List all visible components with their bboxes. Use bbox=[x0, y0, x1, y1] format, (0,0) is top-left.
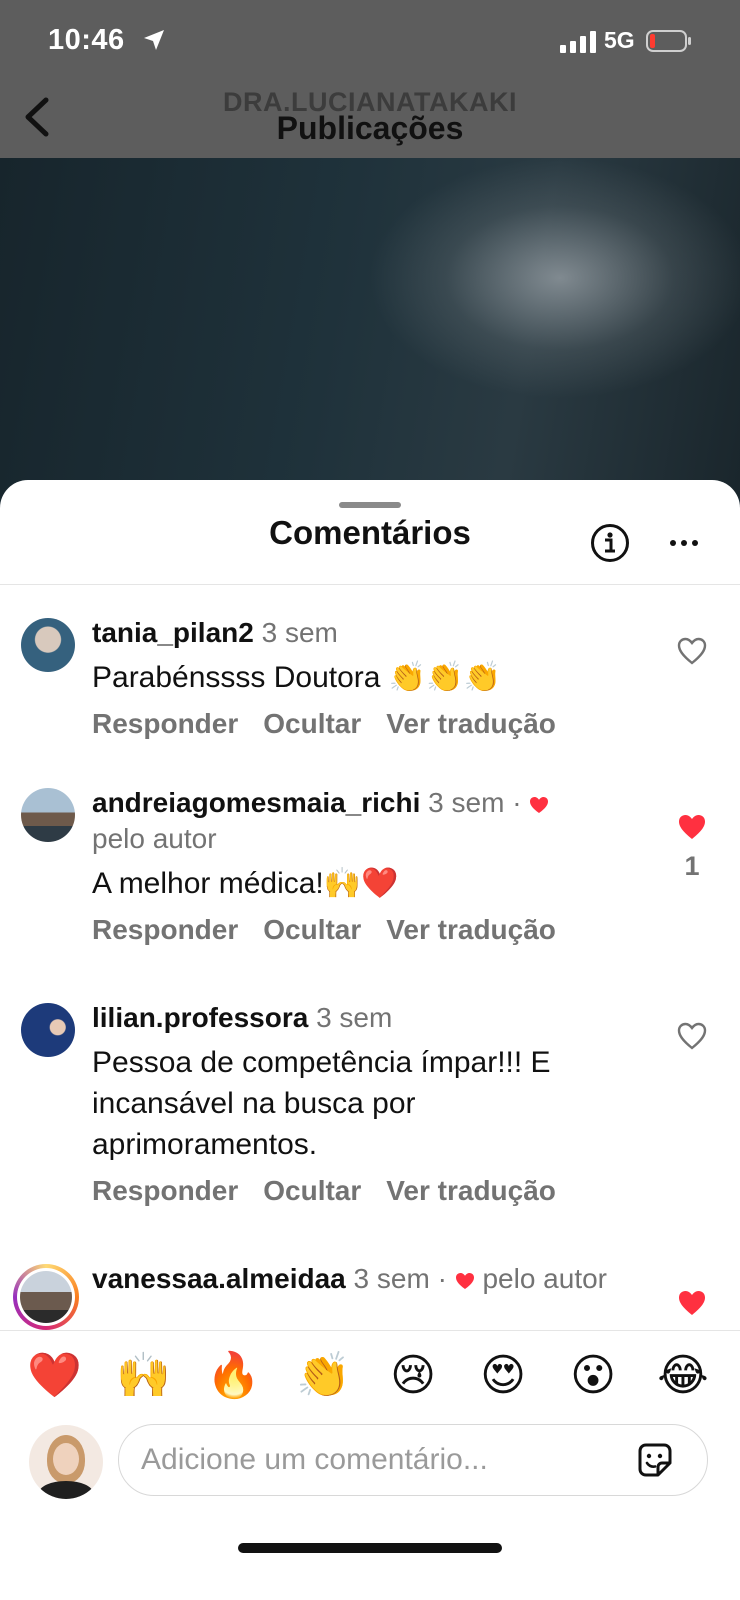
emoji-heart[interactable]: ❤️ bbox=[27, 1349, 82, 1403]
home-indicator bbox=[238, 1543, 502, 1553]
comment-text: Parabénssss Doutora 👏👏👏 bbox=[92, 661, 501, 694]
avatar[interactable] bbox=[21, 788, 75, 842]
location-arrow-icon bbox=[144, 30, 164, 50]
comment-username[interactable]: andreiagomesmaia_richi bbox=[92, 787, 420, 818]
comments-list[interactable]: tania_pilan2 3 sem Parabénssss Doutora 👏… bbox=[0, 585, 740, 1330]
comment-time: 3 sem bbox=[316, 1002, 393, 1033]
emoji-clapping[interactable]: 👏 bbox=[296, 1349, 351, 1403]
avatar[interactable] bbox=[21, 618, 75, 672]
avatar[interactable] bbox=[13, 1264, 79, 1330]
more-options-icon[interactable] bbox=[668, 536, 700, 550]
page-title: Publicações bbox=[276, 110, 464, 146]
emoji-raised-hands[interactable]: 🙌 bbox=[116, 1349, 171, 1403]
sheet-grabber[interactable] bbox=[339, 502, 401, 508]
translate-button[interactable]: Ver tradução bbox=[386, 914, 556, 946]
heart-filled-icon[interactable] bbox=[677, 813, 707, 841]
status-time: 10:46 bbox=[48, 24, 125, 56]
info-icon[interactable] bbox=[590, 523, 630, 563]
by-author-label: pelo autor bbox=[92, 823, 217, 854]
emoji-heart-eyes[interactable]: 😍 bbox=[476, 1349, 530, 1403]
status-bar: 10:46 5G bbox=[0, 0, 740, 84]
like-count: 1 bbox=[684, 851, 700, 881]
comments-sheet: Comentários tania_pilan2 3 sem Parabénss… bbox=[0, 480, 740, 1600]
sticker-icon[interactable] bbox=[634, 1439, 676, 1481]
comment-actions: Responder Ocultar Ver tradução bbox=[92, 914, 647, 946]
hide-button[interactable]: Ocultar bbox=[263, 708, 361, 740]
comment-username[interactable]: tania_pilan2 bbox=[92, 617, 254, 648]
heart-filled-icon[interactable] bbox=[677, 1289, 707, 1317]
network-type: 5G bbox=[604, 27, 635, 53]
emoji-fire[interactable]: 🔥 bbox=[206, 1349, 261, 1403]
comment-input-placeholder: Adicione um comentário... bbox=[141, 1443, 488, 1476]
heart-outline-icon[interactable] bbox=[677, 1022, 707, 1050]
reply-button[interactable]: Responder bbox=[92, 1175, 238, 1207]
hide-button[interactable]: Ocultar bbox=[263, 914, 361, 946]
signal-icon bbox=[560, 31, 596, 53]
comment-text: A melhor médica!🙌❤️ bbox=[92, 867, 399, 900]
comment-time: 3 sem bbox=[261, 617, 338, 648]
comment-time: 3 sem bbox=[353, 1263, 430, 1294]
emoji-crying[interactable]: 😢 bbox=[386, 1349, 440, 1403]
comment-actions: Responder Ocultar Ver tradução bbox=[92, 1175, 647, 1207]
post-media bbox=[0, 158, 740, 498]
comment-text: Pessoa de competência ímpar!!! E incansá… bbox=[92, 1046, 551, 1161]
comment-actions: Responder Ocultar Ver tradução bbox=[92, 708, 647, 740]
translate-button[interactable]: Ver tradução bbox=[386, 1175, 556, 1207]
by-author-label: pelo autor bbox=[482, 1263, 607, 1294]
hide-button[interactable]: Ocultar bbox=[263, 1175, 361, 1207]
emoji-laughing[interactable]: 😂 bbox=[656, 1349, 710, 1403]
nav-bar: DRA.LUCIANATAKAKI Publicações bbox=[0, 84, 740, 158]
current-user-avatar bbox=[29, 1425, 103, 1499]
heart-outline-icon[interactable] bbox=[677, 637, 707, 665]
author-liked-heart-icon bbox=[455, 1272, 474, 1289]
author-liked-heart-icon bbox=[530, 796, 549, 813]
comment-username[interactable]: lilian.professora bbox=[92, 1002, 308, 1033]
emoji-surprised[interactable]: 😮 bbox=[566, 1349, 620, 1403]
translate-button[interactable]: Ver tradução bbox=[386, 708, 556, 740]
comment-time: 3 sem bbox=[428, 787, 505, 818]
battery-icon bbox=[646, 30, 691, 52]
avatar[interactable] bbox=[21, 1003, 75, 1057]
emoji-reaction-bar: ❤️ 🙌 🔥 👏 😢 😍 😮 😂 bbox=[0, 1330, 740, 1415]
reply-button[interactable]: Responder bbox=[92, 708, 238, 740]
reply-button[interactable]: Responder bbox=[92, 914, 238, 946]
comment-input[interactable]: Adicione um comentário... bbox=[118, 1424, 708, 1496]
comment-username[interactable]: vanessaa.almeidaa bbox=[92, 1263, 346, 1294]
